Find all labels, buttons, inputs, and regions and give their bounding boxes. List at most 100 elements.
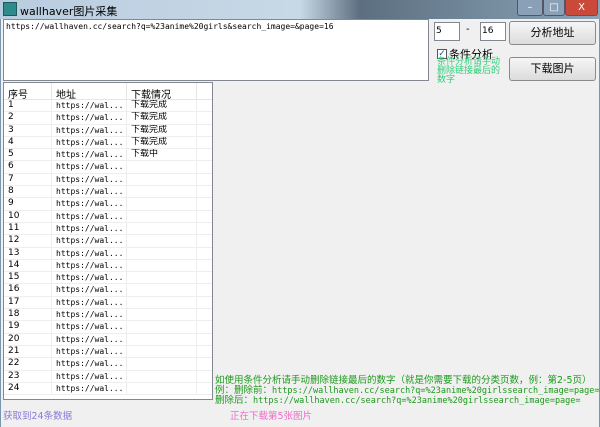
row-index: 5 (4, 149, 52, 161)
row-index: 22 (4, 358, 52, 370)
close-button[interactable]: X (565, 0, 598, 16)
row-url: https://wal... (52, 124, 127, 136)
table-row[interactable]: 4 https://wal... 下载完成 (4, 136, 212, 150)
table-row[interactable]: 13 https://wal... (4, 247, 212, 260)
start-page-input[interactable]: 5 (434, 22, 460, 41)
table-row[interactable]: 12 https://wal... (4, 235, 212, 248)
help-text: 如使用条件分析请手动删除链接最后的数字（就是你需要下载的分类页数，例：第2-5页… (215, 375, 600, 407)
header-index[interactable]: 序号 (4, 83, 52, 101)
help-line-1: 如使用条件分析请手动删除链接最后的数字（就是你需要下载的分类页数，例：第2-5页… (215, 375, 592, 386)
row-url: https://wal... (52, 259, 127, 272)
row-url: https://wal... (52, 149, 127, 161)
row-status: 下载完成 (127, 100, 197, 112)
row-url: https://wal... (52, 235, 127, 247)
help-before-url: https://wallhaven.cc/search?q=%23anime%2… (272, 386, 600, 396)
row-status (127, 309, 197, 321)
row-url: https://wal... (52, 284, 127, 296)
row-url: https://wal... (52, 173, 127, 186)
table-row[interactable]: 21 https://wal... (4, 345, 212, 359)
row-status (127, 198, 197, 210)
row-status (127, 321, 197, 333)
row-index: 9 (4, 198, 52, 210)
table-row[interactable]: 20 https://wal... (4, 333, 212, 346)
row-index: 18 (4, 309, 52, 321)
row-status: 下载完成 (127, 136, 197, 149)
row-url: https://wal... (52, 198, 127, 210)
row-status (127, 186, 197, 198)
header-status[interactable]: 下载情况 (127, 83, 197, 101)
row-index: 2 (4, 112, 52, 124)
row-index: 3 (4, 124, 52, 136)
row-url: https://wal... (52, 309, 127, 321)
row-index: 17 (4, 296, 52, 309)
table-row[interactable]: 3 https://wal... 下载完成 (4, 124, 212, 137)
row-index: 15 (4, 272, 52, 284)
row-index: 11 (4, 222, 52, 235)
row-index: 12 (4, 235, 52, 247)
table-row[interactable]: 17 https://wal... (4, 296, 212, 310)
download-table: 序号 地址 下载情况 1 https://wal... 下载完成 2 https://w… (3, 82, 213, 400)
row-index: 7 (4, 173, 52, 186)
row-status (127, 345, 197, 358)
row-url: https://wal... (52, 370, 127, 382)
end-page-input[interactable]: 16 (480, 22, 506, 41)
row-index: 13 (4, 247, 52, 259)
table-row[interactable]: 22 https://wal... (4, 358, 212, 371)
row-url: https://wal... (52, 382, 127, 395)
row-index: 14 (4, 259, 52, 272)
row-status (127, 284, 197, 296)
row-index: 23 (4, 370, 52, 382)
table-row[interactable]: 7 https://wal... (4, 173, 212, 187)
row-index: 10 (4, 210, 52, 222)
table-row[interactable]: 11 https://wal... (4, 222, 212, 236)
table-row[interactable]: 5 https://wal... 下载中 (4, 149, 212, 162)
table-row[interactable]: 14 https://wal... (4, 259, 212, 273)
row-status (127, 296, 197, 309)
row-url: https://wal... (52, 358, 127, 370)
table-row[interactable]: 1 https://wal... 下载完成 (4, 100, 212, 113)
row-url: https://wal... (52, 272, 127, 284)
row-status (127, 247, 197, 259)
row-status (127, 259, 197, 272)
table-row[interactable]: 8 https://wal... (4, 186, 212, 199)
table-row[interactable]: 9 https://wal... (4, 198, 212, 211)
table-row[interactable]: 15 https://wal... (4, 272, 212, 285)
row-index: 6 (4, 161, 52, 173)
row-index: 8 (4, 186, 52, 198)
header-url[interactable]: 地址 (52, 83, 127, 101)
minimize-button[interactable]: – (517, 0, 543, 16)
row-status: 下载完成 (127, 124, 197, 136)
download-button[interactable]: 下载图片 (509, 57, 596, 81)
row-url: https://wal... (52, 112, 127, 124)
row-url: https://wal... (52, 333, 127, 345)
row-status (127, 358, 197, 370)
row-url: https://wal... (52, 345, 127, 358)
app-icon (3, 2, 17, 16)
row-status: 下载中 (127, 149, 197, 161)
table-row[interactable]: 19 https://wal... (4, 321, 212, 334)
row-index: 19 (4, 321, 52, 333)
row-status (127, 272, 197, 284)
title-bar: wallhaver图片采集 – □ X (0, 0, 600, 19)
table-row[interactable]: 23 https://wal... (4, 370, 212, 383)
row-index: 16 (4, 284, 52, 296)
table-row[interactable]: 16 https://wal... (4, 284, 212, 297)
table-row[interactable]: 24 https://wal... (4, 382, 212, 396)
url-input[interactable]: https://wallhaven.cc/search?q=%23anime%2… (3, 19, 429, 81)
table-row[interactable]: 18 https://wal... (4, 309, 212, 322)
row-status (127, 173, 197, 186)
analyze-button[interactable]: 分析地址 (509, 21, 596, 45)
table-row[interactable]: 2 https://wal... 下载完成 (4, 112, 212, 125)
table-row[interactable]: 10 https://wal... (4, 210, 212, 223)
row-url: https://wal... (52, 210, 127, 222)
row-url: https://wal... (52, 136, 127, 149)
maximize-button[interactable]: □ (543, 0, 565, 16)
table-row[interactable]: 6 https://wal... (4, 161, 212, 174)
help-after-label: 删除后： (215, 395, 254, 406)
row-url: https://wal... (52, 100, 127, 112)
row-url: https://wal... (52, 161, 127, 173)
window-title: wallhaver图片采集 (20, 5, 118, 18)
row-index: 1 (4, 100, 52, 112)
table-header: 序号 地址 下载情况 (4, 83, 212, 101)
row-status (127, 161, 197, 173)
